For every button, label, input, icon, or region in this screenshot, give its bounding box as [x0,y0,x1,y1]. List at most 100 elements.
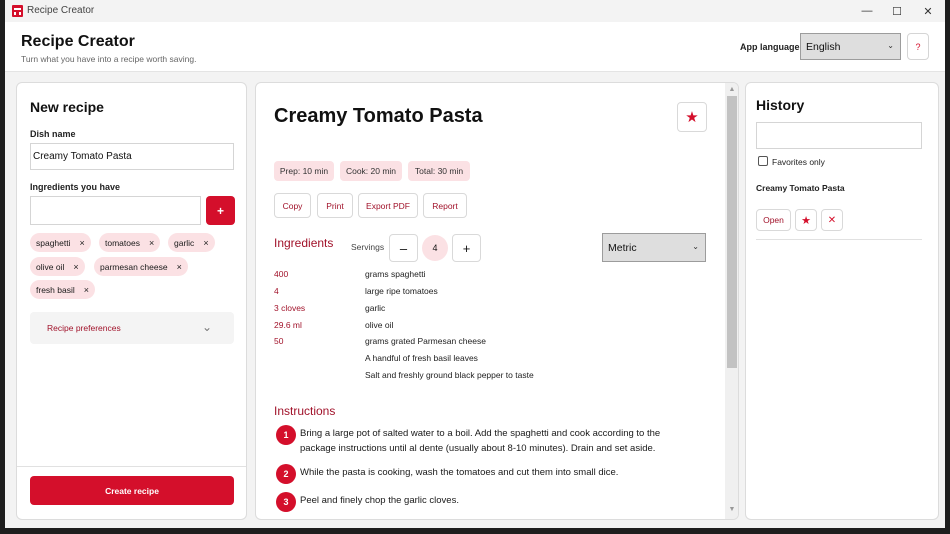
servings-value: 4 [422,235,448,261]
ingredient-row: 4 large ripe tomatoes [274,286,694,300]
report-button[interactable]: Report [423,193,467,218]
favorites-only-label: Favorites only [772,157,825,167]
chip-tomatoes: tomatoes × [99,233,161,252]
app-subtitle: Turn what you have into a recipe worth s… [21,54,197,64]
remove-chip-icon[interactable]: × [84,285,89,295]
step-text: While the pasta is cooking, wash the tom… [300,467,619,478]
chip-label: fresh basil [36,284,75,295]
instruction-step: 3 Peel and finely chop the garlic cloves… [276,492,696,512]
history-item-title[interactable]: Creamy Tomato Pasta [756,183,845,193]
ingredient-quantity: 50 [274,336,284,346]
remove-chip-icon[interactable]: × [149,238,154,248]
chevron-down-icon: ⌄ [692,242,699,251]
remove-chip-icon[interactable]: × [203,238,208,248]
favorites-only-checkbox[interactable] [758,156,768,166]
minimize-button[interactable]: — [852,0,882,22]
app-header: Recipe Creator Turn what you have into a… [5,22,945,72]
divider [756,239,922,240]
step-text: Peel and finely chop the garlic cloves. [300,495,459,506]
decrease-servings-button[interactable]: – [389,234,418,262]
total-time-badge: Total: 30 min [408,161,470,181]
create-recipe-button[interactable]: Create recipe [30,476,234,505]
chip-label: spaghetti [36,237,71,248]
open-history-button[interactable]: Open [756,209,791,231]
language-label: App language [740,42,800,52]
app-title: Recipe Creator [21,33,135,50]
ingredient-row: 29.6 ml olive oil [274,320,694,334]
ingredient-row: A handful of fresh basil leaves [274,353,694,367]
language-value: English [806,40,841,53]
ingredient-row: 50 grams grated Parmesan cheese [274,336,694,350]
recipe-preferences-expander[interactable]: Recipe preferences ⌄ [30,312,234,344]
scrollbar-thumb[interactable] [727,96,737,368]
step-number: 1 [276,425,296,445]
delete-history-button[interactable]: ✕ [821,209,843,231]
step-text: Bring a large pot of salted water to a b… [300,428,661,454]
chip-label: garlic [174,237,195,248]
chevron-down-icon: ⌄ [887,41,894,50]
ingredient-row: 400 grams spaghetti [274,269,694,283]
ingredient-name: garlic [365,303,386,313]
ingredient-name: grams grated Parmesan cheese [365,336,486,346]
scroll-down-icon[interactable]: ▼ [726,506,738,516]
scroll-up-icon[interactable]: ▲ [726,86,738,95]
close-icon: ✕ [827,214,837,226]
language-select[interactable]: English ⌄ [800,33,901,60]
print-button[interactable]: Print [317,193,353,218]
step-number: 2 [276,464,296,484]
ingredient-name: Salt and freshly ground black pepper to … [365,370,534,380]
star-icon: ★ [685,109,699,126]
ingredient-quantity: 400 [274,269,289,279]
app-window: Recipe Creator — ☐ ✕ Recipe Creator Turn… [5,0,945,528]
ingredient-quantity: 3 cloves [274,303,306,313]
remove-chip-icon[interactable]: × [177,262,182,272]
instruction-step: 1 Bring a large pot of salted water to a… [276,425,696,457]
favorite-button[interactable]: ★ [677,102,707,132]
servings-label: Servings [351,242,385,252]
star-icon: ★ [801,214,811,227]
favorite-history-button[interactable]: ★ [795,209,817,231]
new-recipe-title: New recipe [30,99,104,115]
ingredient-name: large ripe tomatoes [365,286,438,296]
chip-fresh-basil: fresh basil × [30,280,96,299]
recipe-panel: Creamy Tomato Pasta ★ Prep: 10 min Cook:… [255,82,739,520]
prep-time-badge: Prep: 10 min [274,161,334,181]
chip-olive-oil: olive oil × [30,257,85,276]
close-window-button[interactable]: ✕ [913,0,943,22]
instruction-step: 2 While the pasta is cooking, wash the t… [276,464,696,484]
ingredients-heading: Ingredients [274,236,334,250]
increase-servings-button[interactable]: + [452,234,481,262]
remove-chip-icon[interactable]: × [80,238,85,248]
dish-name-label: Dish name [30,129,76,139]
ingredient-name: grams spaghetti [365,269,426,279]
remove-chip-icon[interactable]: × [73,262,78,272]
history-panel: History Favorites only Creamy Tomato Pas… [745,82,939,520]
ingredient-row: Salt and freshly ground black pepper to … [274,370,694,384]
ingredient-input[interactable] [30,196,201,225]
chip-label: parmesan cheese [100,261,168,272]
ingredient-row: 3 cloves garlic [274,303,694,317]
history-search-input[interactable] [756,122,922,149]
chip-label: olive oil [36,261,65,272]
recipe-preferences-label: Recipe preferences [47,323,121,333]
unit-system-value: Metric [608,241,637,254]
title-bar: Recipe Creator — ☐ ✕ [5,0,945,22]
unit-system-select[interactable]: Metric ⌄ [602,233,706,262]
recipe-title: Creamy Tomato Pasta [274,105,483,127]
dish-name-input[interactable]: Creamy Tomato Pasta [30,143,234,170]
ingredient-name: A handful of fresh basil leaves [365,353,478,363]
cook-time-badge: Cook: 20 min [340,161,402,181]
history-title: History [756,97,805,113]
add-ingredient-button[interactable]: + [206,196,235,225]
window-title: Recipe Creator [27,5,95,16]
step-number: 3 [276,492,296,512]
maximize-button[interactable]: ☐ [882,0,912,22]
copy-button[interactable]: Copy [274,193,311,218]
help-button[interactable]: ? [907,33,929,60]
app-logo-icon [12,5,23,17]
export-pdf-button[interactable]: Export PDF [358,193,418,218]
chip-spaghetti: spaghetti × [30,233,91,252]
divider [17,466,246,467]
chip-label: tomatoes [105,237,140,248]
instructions-heading: Instructions [274,404,336,418]
